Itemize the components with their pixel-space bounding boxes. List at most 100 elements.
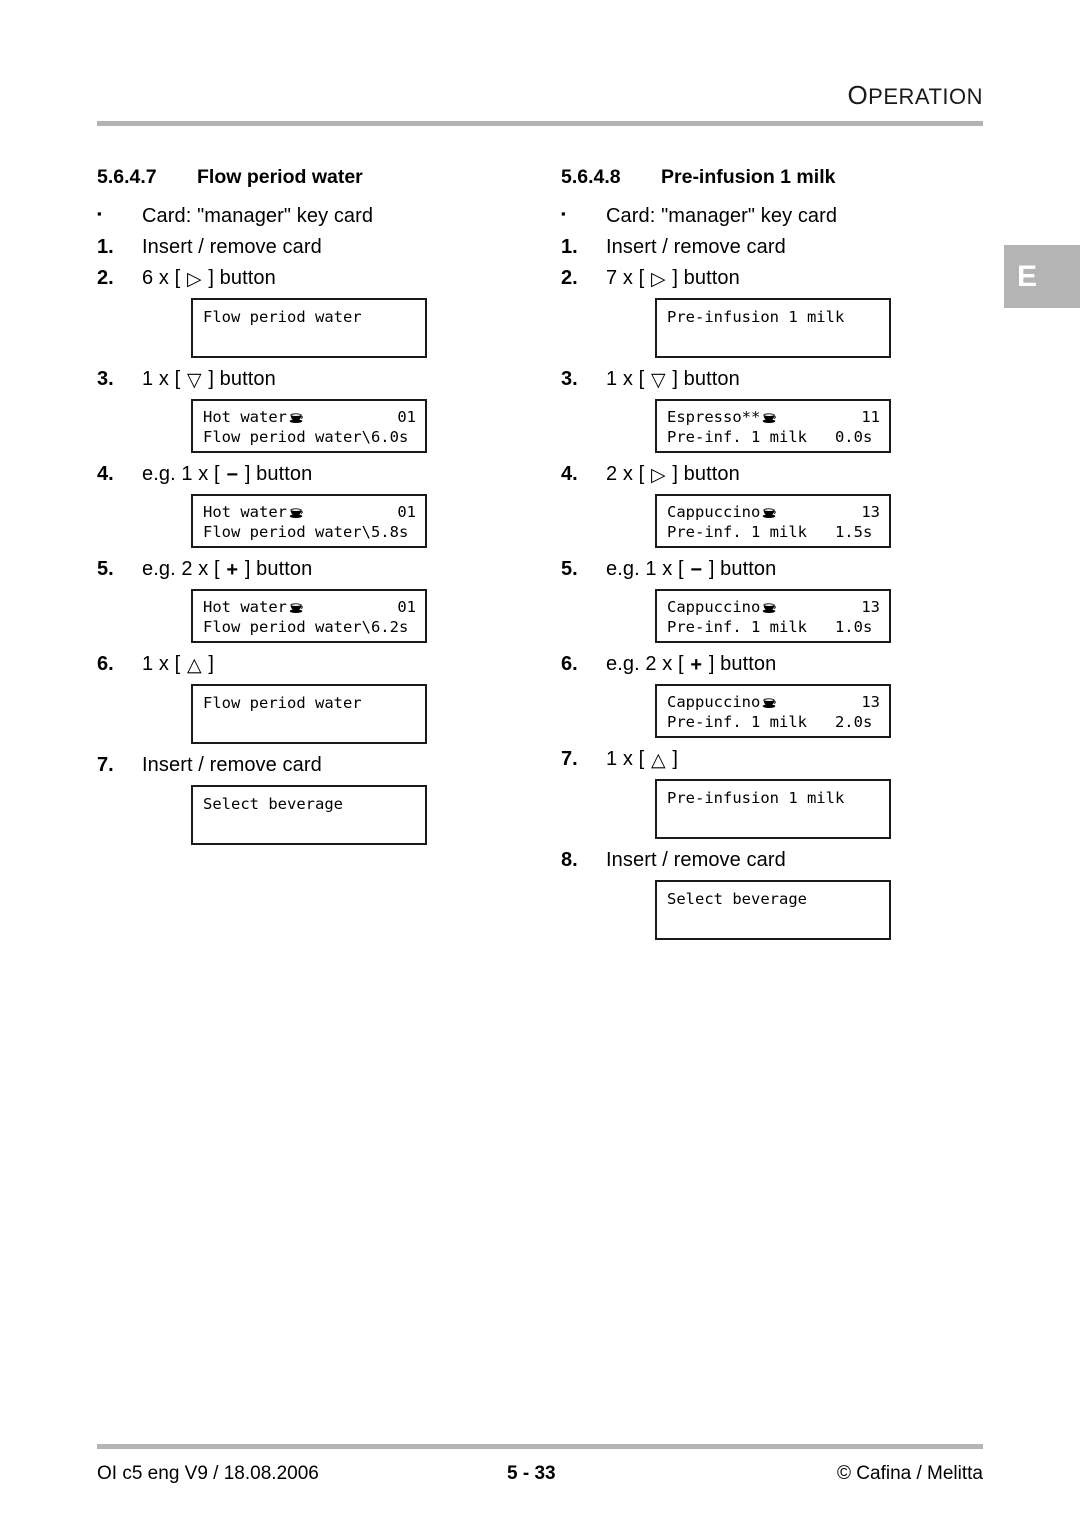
lcd-line-1: Pre-infusion 1 milk xyxy=(667,788,880,808)
lcd-line-2: Pre-inf. 1 milk 0.0s xyxy=(667,427,880,447)
lcd-line-2-label: Pre-inf. 1 milk 1.0s xyxy=(667,618,873,636)
header-divider xyxy=(97,121,983,126)
coffee-cup-icon xyxy=(762,601,777,614)
lcd-display: Pre-infusion 1 milk xyxy=(655,298,891,358)
step-text: 6 x [ ▷ ] button xyxy=(142,267,276,290)
step-text: e.g. 1 x [ − ] button xyxy=(606,558,776,581)
lcd-line-1: Pre-infusion 1 milk xyxy=(667,307,880,327)
step-text: e.g. 1 x [ − ] button xyxy=(142,463,312,486)
footer-copyright: © Cafina / Melitta xyxy=(837,1463,983,1484)
lcd-display: Cappuccino 13 Pre-inf. 1 milk 2.0s xyxy=(655,684,891,738)
lcd-line-1: Cappuccino 13 xyxy=(667,597,880,617)
step-item: 3. 1 x [ ▽ ] button xyxy=(97,368,527,391)
lcd-display: Espresso** 11 Pre-inf. 1 milk 0.0s xyxy=(655,399,891,453)
step-text: Card: "manager" key card xyxy=(606,205,838,227)
lcd-line-2: Pre-inf. 1 milk 2.0s xyxy=(667,712,880,732)
step-text-suffix: ] button xyxy=(239,558,313,580)
lcd-line-1-label: Flow period water xyxy=(203,694,362,712)
lcd-line-1-value: 01 xyxy=(397,598,416,616)
step-item: 6. 1 x [ △ ] xyxy=(97,653,527,676)
arrow-right-icon: ▷ xyxy=(186,269,202,290)
step-item: 3. 1 x [ ▽ ] button xyxy=(561,368,991,391)
lcd-display: Cappuccino 13 Pre-inf. 1 milk 1.5s xyxy=(655,494,891,548)
section-heading: 5.6.4.8 Pre-infusion 1 milk xyxy=(561,166,991,189)
step-text: Insert / remove card xyxy=(606,849,786,871)
lcd-line-1-label: Pre-infusion 1 milk xyxy=(667,308,845,326)
lcd-display: Cappuccino 13 Pre-inf. 1 milk 1.0s xyxy=(655,589,891,643)
step-text-prefix: 1 x [ xyxy=(142,368,186,390)
lcd-display: Select beverage xyxy=(655,880,891,940)
step-number: 2. xyxy=(561,267,578,289)
step-item: 7. 1 x [ △ ] xyxy=(561,748,991,771)
lcd-line-1: Cappuccino 13 xyxy=(667,692,880,712)
plus-icon: + xyxy=(690,654,703,676)
footer-page-number: 5 - 33 xyxy=(507,1463,556,1484)
lcd-line-1: Select beverage xyxy=(203,794,416,814)
arrow-up-icon: △ xyxy=(650,750,666,771)
section-title: Pre-infusion 1 milk xyxy=(661,166,836,188)
lcd-line-1-value: 13 xyxy=(861,693,880,711)
bullet-icon: ▪ xyxy=(97,206,102,221)
lcd-line-1: Hot water 01 xyxy=(203,597,416,617)
step-number: 1. xyxy=(97,236,114,258)
minus-icon: − xyxy=(226,464,239,486)
lcd-line-1-label: Cappuccino xyxy=(667,598,761,616)
step-text: 7 x [ ▷ ] button xyxy=(606,267,740,290)
section-tab-label: E xyxy=(1017,259,1038,293)
lcd-line-2-label: Flow period water\6.2s xyxy=(203,618,409,636)
step-number: 4. xyxy=(561,463,578,485)
lcd-line-1-label: Hot water xyxy=(203,408,287,426)
step-number: 7. xyxy=(97,754,114,776)
step-text-prefix: 6 x [ xyxy=(142,267,186,289)
step-text: 1 x [ ▽ ] button xyxy=(142,368,276,391)
lcd-line-1-label: Espresso** xyxy=(667,408,761,426)
requirement-item: ▪ Card: "manager" key card xyxy=(561,205,991,228)
requirement-item: ▪ Card: "manager" key card xyxy=(97,205,527,228)
plus-icon: + xyxy=(226,559,239,581)
step-number: 8. xyxy=(561,849,578,871)
lcd-display: Flow period water xyxy=(191,684,427,744)
lcd-line-1-label: Flow period water xyxy=(203,308,362,326)
step-text: e.g. 2 x [ + ] button xyxy=(606,653,776,676)
coffee-cup-icon xyxy=(289,601,303,614)
lcd-line-1-label: Pre-infusion 1 milk xyxy=(667,789,845,807)
arrow-right-icon: ▷ xyxy=(650,269,666,290)
step-text: Card: "manager" key card xyxy=(142,205,374,227)
step-text: 1 x [ △ ] xyxy=(142,653,214,676)
step-number: 5. xyxy=(97,558,114,580)
step-text-prefix: e.g. 1 x [ xyxy=(606,558,690,580)
step-text-suffix: ] button xyxy=(703,653,777,675)
column-right: 5.6.4.8 Pre-infusion 1 milk ▪ Card: "manage… xyxy=(561,166,991,950)
step-text: Insert / remove card xyxy=(606,236,786,258)
step-number: 2. xyxy=(97,267,114,289)
header-title-rest: PERATION xyxy=(868,84,983,109)
step-text-suffix: ] button xyxy=(666,368,740,390)
lcd-line-1: Flow period water xyxy=(203,693,416,713)
step-text: Insert / remove card xyxy=(142,236,322,258)
coffee-cup-icon xyxy=(762,696,777,709)
step-number: 3. xyxy=(561,368,578,390)
step-number: 4. xyxy=(97,463,114,485)
step-text: 1 x [ △ ] xyxy=(606,748,678,771)
step-number: 3. xyxy=(97,368,114,390)
step-text-suffix: ] xyxy=(666,748,678,770)
lcd-display: Hot water 01 Flow period water\6.0s xyxy=(191,399,427,453)
bullet-icon: ▪ xyxy=(561,206,566,221)
step-item: 7. Insert / remove card xyxy=(97,754,527,777)
step-item: 6. e.g. 2 x [ + ] button xyxy=(561,653,991,676)
step-text-prefix: 1 x [ xyxy=(142,653,186,675)
section-title: Flow period water xyxy=(197,166,363,188)
step-text-prefix: e.g. 1 x [ xyxy=(142,463,226,485)
step-text-suffix: ] button xyxy=(202,368,276,390)
step-item: 4. e.g. 1 x [ − ] button xyxy=(97,463,527,486)
step-number: 5. xyxy=(561,558,578,580)
step-text-prefix: 2 x [ xyxy=(606,463,650,485)
page-header: OPERATION xyxy=(97,82,983,126)
section-number: 5.6.4.8 xyxy=(561,166,621,188)
header-title-initial: O xyxy=(847,80,869,110)
step-item: 1. Insert / remove card xyxy=(561,236,991,259)
step-item: 1. Insert / remove card xyxy=(97,236,527,259)
lcd-display: Select beverage xyxy=(191,785,427,845)
lcd-line-1-label: Select beverage xyxy=(203,795,343,813)
lcd-line-1-label: Hot water xyxy=(203,503,287,521)
